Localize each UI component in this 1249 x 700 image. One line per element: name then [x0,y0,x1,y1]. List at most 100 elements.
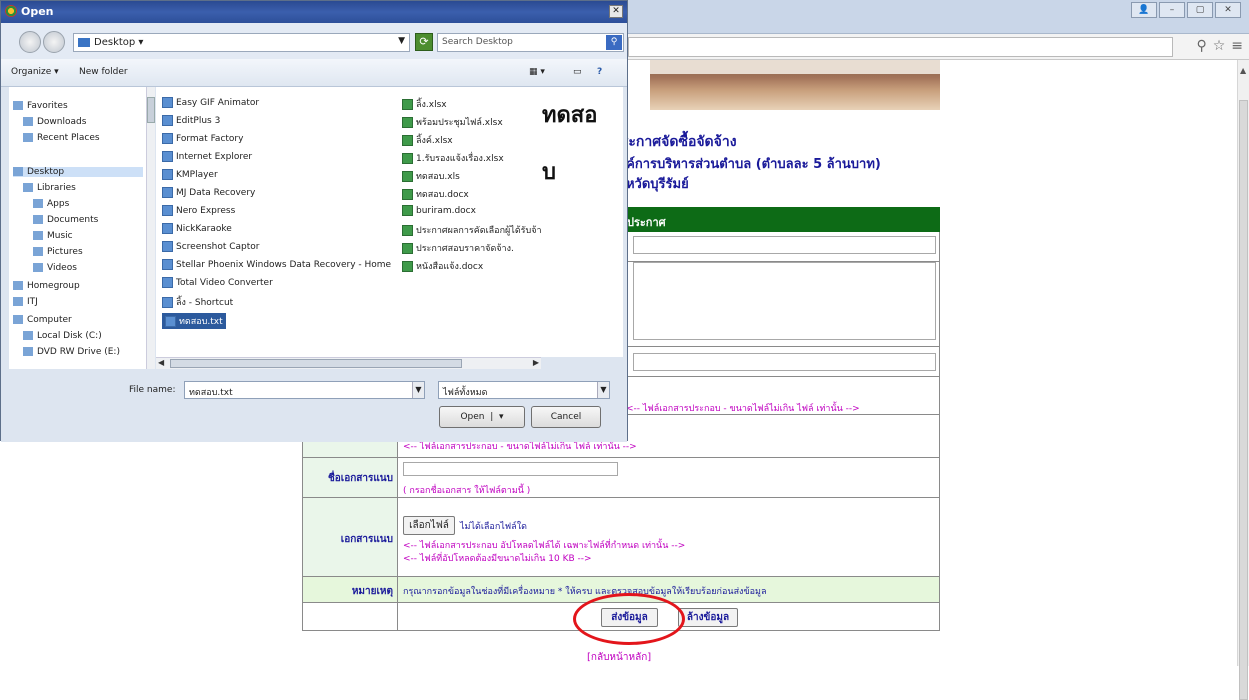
scroll-up-arrow-icon[interactable]: ▲ [1240,66,1246,75]
file-item[interactable]: Total Video Converter [162,277,273,288]
dialog-title-bar: Open ✕ [1,1,627,23]
file-icon [162,205,173,216]
nav-tree-item[interactable]: Local Disk (C:) [23,331,102,341]
nav-tree-item[interactable]: Computer [13,315,72,325]
nav-tree-item[interactable]: ITJ [13,297,38,307]
search-icon[interactable]: ⚲ [606,35,622,50]
nav-tree-item[interactable]: Pictures [33,247,83,257]
file-item[interactable]: ลิ้งค์.xlsx [402,133,453,147]
nav-tree-item[interactable]: Favorites [13,101,68,111]
menu-icon[interactable]: ≡ [1231,38,1243,54]
file-item[interactable]: Internet Explorer [162,151,252,162]
file-item[interactable]: Nero Express [162,205,235,216]
libraries-icon [23,183,33,192]
file-item[interactable]: Stellar Phoenix Windows Data Recovery - … [162,259,391,270]
file-item[interactable]: พร้อมประชุมไฟล์.xlsx [402,115,503,129]
file-list: Easy GIF Animator EditPlus 3 Format Factor… [156,87,541,357]
nav-tree-item[interactable]: Homegroup [13,281,80,291]
file-item[interactable]: ประกาศผลการคัดเลือกผู้ได้รับจ้าง. [402,223,541,237]
cancel-button[interactable]: Cancel [531,406,601,428]
attach-name-input[interactable] [403,462,618,476]
back-to-home-link[interactable]: [กลับหน้าหลัก] [587,650,651,665]
spreadsheet-file-icon [402,205,413,216]
file-item[interactable]: ลิ้ง - Shortcut [162,295,233,309]
nav-tree-item[interactable]: Desktop [13,167,143,177]
scroll-thumb[interactable] [1239,100,1248,700]
chevron-down-icon[interactable]: ▼ [412,382,424,398]
file-item[interactable]: MJ Data Recovery [162,187,255,198]
scroll-right-arrow-icon[interactable]: ▶ [533,358,539,367]
horizontal-scroll-thumb[interactable] [170,359,462,368]
new-folder-button[interactable]: New folder [79,67,128,77]
refresh-icon[interactable]: ⟳ [415,33,433,51]
file-item[interactable]: ประกาศสอบราคาจัดจ้าง. [402,241,514,255]
nav-tree-label: Homegroup [27,281,80,291]
search-input[interactable]: Search Desktop ⚲ [437,33,624,52]
path-dropdown[interactable]: Desktop ▾ ▼ [73,33,410,52]
chrome-icon [5,5,17,17]
nav-tree-item[interactable]: Libraries [23,183,76,193]
nav-tree-item[interactable]: Videos [33,263,77,273]
documents-icon [33,215,43,224]
organize-button[interactable]: Organize ▾ [11,67,59,77]
page-scrollbar[interactable]: ▲ [1237,60,1249,700]
file-item[interactable]: NickKaraoke [162,223,232,234]
file-item[interactable]: ลิ้ง.xlsx [402,97,447,111]
file-item[interactable]: buriram.docx [402,205,476,216]
nav-tree-item[interactable]: Documents [33,215,98,225]
file-item[interactable]: ทดสอบ.txt [162,313,226,329]
nav-tree-item[interactable]: Recent Places [23,133,100,143]
dialog-close-button[interactable]: ✕ [609,5,623,18]
file-type-select[interactable]: ไฟล์ทั้งหมด ▼ [438,381,610,399]
file-name-input[interactable]: ทดสอบ.txt ▼ [184,381,425,399]
date-input[interactable] [633,353,936,371]
nav-tree-item[interactable]: Music [33,231,73,241]
file-name: ทดสอบ.xls [416,172,460,182]
preview-pane-icon[interactable]: ▭ [573,67,582,77]
star-icon[interactable]: ☆ [1213,38,1226,54]
back-arrow-icon[interactable] [19,31,41,53]
document-hint-1: <-- ไฟล์เอกสารประกอบ อัปโหลดไฟล์ได้ เฉพา… [403,541,686,551]
file-item[interactable]: Format Factory [162,133,243,144]
choose-file-button[interactable]: เลือกไฟล์ [403,516,455,535]
view-options-icon[interactable]: ▦ ▾ [529,67,545,77]
file-item[interactable]: KMPlayer [162,169,218,180]
nav-tree-item[interactable]: Apps [33,199,69,209]
chevron-down-icon[interactable]: ▼ [597,382,609,398]
disk-icon [23,331,33,340]
window-controls: 👤 – ▢ ✕ [1131,2,1241,18]
dialog-title: Open [21,5,54,18]
search-icon[interactable]: ⚲ [1196,38,1206,54]
file-item[interactable]: ทดสอบ.xls [402,169,460,183]
file-item[interactable]: EditPlus 3 [162,115,220,126]
file-item[interactable]: 1.รับรองแจ้งเรื่อง.xlsx [402,151,504,165]
navigation-pane: Favorites Downloads Recent Places Desktop Li… [9,87,153,369]
nav-tree-label: Videos [47,263,77,273]
file-item[interactable]: Screenshot Captor [162,241,259,252]
file-item[interactable]: ทดสอบ.docx [402,187,469,201]
navigation-scrollbar[interactable] [146,87,155,369]
address-bar[interactable] [628,37,1173,57]
file-item[interactable]: Easy GIF Animator [162,97,259,108]
user-icon[interactable]: 👤 [1131,2,1157,18]
open-button[interactable]: Open | ▾ [439,406,525,428]
minimize-button[interactable]: – [1159,2,1185,18]
spreadsheet-file-icon [402,261,413,272]
details-textarea[interactable] [633,262,936,340]
file-name: MJ Data Recovery [176,188,256,198]
file-icon [162,259,173,270]
scroll-left-arrow-icon[interactable]: ◀ [158,358,164,367]
maximize-button[interactable]: ▢ [1187,2,1213,18]
file-name: ลิ้ง.xlsx [416,100,447,110]
close-window-button[interactable]: ✕ [1215,2,1241,18]
file-list-scrollbar[interactable]: ◀ ▶ [156,357,541,369]
file-name: Screenshot Captor [176,242,260,252]
reset-button[interactable]: ล้างข้อมูล [678,608,738,627]
title-input[interactable] [633,236,936,254]
help-icon[interactable]: ? [597,67,602,77]
file-item[interactable]: หนังสือแจ้ง.docx [402,259,483,273]
chevron-down-icon[interactable]: ▼ [398,36,405,46]
nav-tree-item[interactable]: DVD RW Drive (E:) [23,347,120,357]
forward-arrow-icon[interactable] [43,31,65,53]
nav-tree-item[interactable]: Downloads [23,117,86,127]
